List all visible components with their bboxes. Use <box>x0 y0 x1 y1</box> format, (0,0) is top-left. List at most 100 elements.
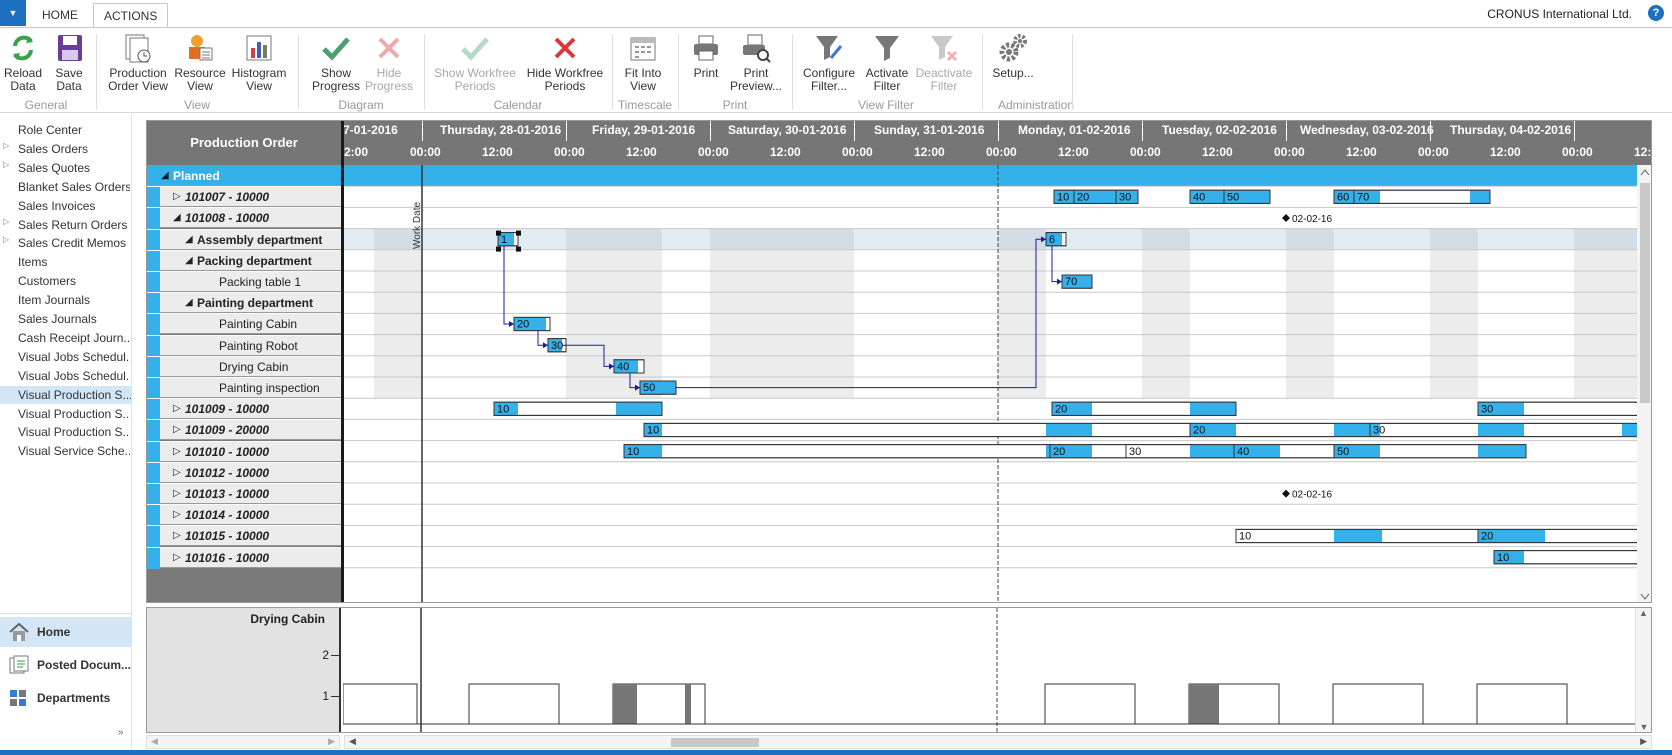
expand-triangle-icon[interactable]: ▷ <box>173 399 181 419</box>
gantt-bar[interactable]: 10 <box>493 401 663 416</box>
scrollbar-thumb[interactable] <box>671 738 759 747</box>
gantt-bar[interactable]: 10 <box>1493 550 1652 565</box>
nav-item[interactable]: Customers <box>18 272 130 290</box>
milestone[interactable]: 02-02-16 <box>1282 489 1332 501</box>
nav-item[interactable]: Visual Jobs Schedul... <box>18 367 130 385</box>
show-progress-button[interactable]: Show Progress <box>310 32 362 93</box>
gantt-bar[interactable]: 50 <box>639 380 677 395</box>
nav-item[interactable]: Sales Credit Memos <box>18 234 130 252</box>
nav-posted-documents[interactable]: Posted Docum... <box>0 650 131 680</box>
nav-item[interactable]: Sales Return Orders <box>18 216 130 234</box>
print-button[interactable]: Print <box>686 32 726 80</box>
resource-view-button[interactable]: Resource View <box>174 32 226 93</box>
gantt-bar[interactable]: 10 20 30 <box>1053 189 1139 204</box>
selection-handle[interactable] <box>516 246 521 252</box>
reload-data-button[interactable]: Reload Data <box>2 32 44 93</box>
gantt-order-row[interactable]: ◢ 101008 - 10000 <box>147 207 341 230</box>
gantt-resource-row[interactable]: Packing table 1 <box>147 271 341 293</box>
gantt-vertical-scrollbar[interactable] <box>1637 165 1652 603</box>
nav-departments[interactable]: Departments <box>0 683 131 713</box>
timeline-horizontal-scrollbar[interactable]: ◀ ▶ <box>344 735 1652 749</box>
nav-item[interactable]: Visual Service Sche... <box>18 442 130 460</box>
configure-filter-button[interactable]: Configure Filter... <box>798 32 860 93</box>
expand-triangle-icon[interactable]: ▷ <box>173 548 181 568</box>
nav-item[interactable]: Visual Production S... <box>0 385 131 404</box>
selection-handle[interactable] <box>516 230 521 236</box>
gantt-bar[interactable]: 60 70 <box>1333 189 1491 204</box>
gantt-resource-row[interactable]: Painting Cabin <box>147 313 341 336</box>
gantt-order-row[interactable]: ▷ 101015 - 10000 <box>147 525 341 548</box>
expand-triangle-icon[interactable]: ▷ <box>173 420 181 440</box>
gantt-bar[interactable]: 6 <box>1045 232 1067 247</box>
nav-item[interactable]: Sales Quotes <box>18 159 130 177</box>
gantt-order-row[interactable]: ▷ 101009 - 20000 <box>147 419 341 442</box>
gantt-bar[interactable]: 20 <box>1051 401 1237 416</box>
save-data-button[interactable]: Save Data <box>48 32 90 93</box>
nav-item[interactable]: Visual Jobs Schedul... <box>18 348 130 366</box>
gantt-order-row[interactable]: ▷ 101009 - 10000 <box>147 398 341 421</box>
expand-arrow-icon[interactable]: ▷ <box>3 235 9 244</box>
collapse-triangle-icon[interactable]: ◢ <box>185 293 193 313</box>
nav-item[interactable]: Blanket Sales Orders <box>18 178 130 196</box>
expand-triangle-icon[interactable]: ▷ <box>173 526 181 546</box>
expand-arrow-icon[interactable]: ▷ <box>3 217 9 226</box>
gantt-bar[interactable]: 20 <box>513 316 551 332</box>
gantt-bar[interactable]: 10 20 30 40 50 <box>623 444 1527 459</box>
production-order-view-button[interactable]: Production Order View <box>104 32 172 93</box>
print-preview-button[interactable]: Print Preview... <box>728 32 784 93</box>
collapse-triangle-icon[interactable]: ◢ <box>185 251 193 271</box>
tab-actions[interactable]: ACTIONS <box>93 3 169 28</box>
hide-workfree-periods-button[interactable]: Hide Workfree Periods <box>524 32 606 93</box>
gantt-order-row[interactable]: ▷ 101007 - 10000 <box>147 186 341 209</box>
nav-item[interactable]: Item Journals <box>18 291 130 309</box>
nav-item[interactable]: Sales Journals <box>18 310 130 328</box>
gantt-resource-row[interactable]: Painting inspection <box>147 377 341 399</box>
fit-into-view-button[interactable]: Fit Into View <box>618 32 668 93</box>
histogram-vertical-scrollbar[interactable]: ▲ ▼ <box>1635 608 1651 732</box>
nav-item[interactable]: Sales Invoices <box>18 197 130 215</box>
gantt-group-row[interactable]: ◢ Planned <box>147 165 341 186</box>
collapse-triangle-icon[interactable]: ◢ <box>185 230 193 250</box>
grid-horizontal-scrollbar[interactable]: ◀ ▶ <box>146 735 340 749</box>
nav-item[interactable]: Cash Receipt Journ... <box>18 329 130 347</box>
nav-item[interactable]: Visual Production S... <box>18 405 130 423</box>
hide-progress-button[interactable]: Hide Progress <box>364 32 414 93</box>
gantt-bar[interactable]: 30 <box>1477 401 1652 416</box>
expand-triangle-icon[interactable]: ▷ <box>173 484 181 504</box>
gantt-order-row[interactable]: ▷ 101013 - 10000 <box>147 483 341 505</box>
nav-item[interactable]: Role Center <box>18 121 130 139</box>
gantt-department-row[interactable]: ◢ Painting department <box>147 292 341 315</box>
expand-arrow-icon[interactable]: ▷ <box>3 141 9 150</box>
gantt-resource-row[interactable]: Drying Cabin <box>147 355 341 378</box>
nav-more-chevron-icon[interactable]: » <box>118 727 124 738</box>
expand-arrow-icon[interactable]: ▷ <box>3 160 9 169</box>
gantt-bar[interactable]: 70 <box>1061 274 1093 289</box>
collapse-triangle-icon[interactable]: ◢ <box>173 208 181 228</box>
nav-home[interactable]: Home <box>0 617 131 647</box>
help-icon[interactable]: ? <box>1648 5 1664 21</box>
histogram-view-button[interactable]: Histogram View <box>228 32 290 93</box>
gantt-order-row[interactable]: ▷ 101016 - 10000 <box>147 546 341 569</box>
gantt-department-row[interactable]: ◢ Packing department <box>147 249 341 272</box>
collapse-triangle-icon[interactable]: ◢ <box>161 166 169 186</box>
nav-item[interactable]: Sales Orders <box>18 140 130 158</box>
app-menu-button[interactable]: ▼ <box>0 0 26 26</box>
expand-triangle-icon[interactable]: ▷ <box>173 505 181 525</box>
deactivate-filter-button[interactable]: Deactivate Filter <box>912 32 976 93</box>
milestone[interactable]: 02-02-16 <box>1282 214 1332 225</box>
gantt-department-row[interactable]: ◢ Assembly department <box>147 228 341 251</box>
gantt-order-row[interactable]: ▷ 101012 - 10000 <box>147 461 341 484</box>
gantt-bar[interactable]: 40 <box>613 359 645 374</box>
nav-item[interactable]: Visual Production S... <box>18 423 130 441</box>
expand-triangle-icon[interactable]: ▷ <box>173 463 181 483</box>
setup-button[interactable]: Setup... <box>990 32 1036 80</box>
gantt-order-row[interactable]: ▷ 101010 - 10000 <box>147 440 341 463</box>
tab-home[interactable]: HOME <box>32 3 88 28</box>
gantt-bar[interactable]: 40 50 <box>1189 189 1271 204</box>
expand-triangle-icon[interactable]: ▷ <box>173 187 181 207</box>
gantt-bar[interactable]: 10 20 30 <box>643 422 1652 438</box>
activate-filter-button[interactable]: Activate Filter <box>862 32 912 93</box>
nav-item[interactable]: Items <box>18 253 130 271</box>
gantt-resource-row[interactable]: Painting Robot <box>147 334 341 357</box>
show-workfree-periods-button[interactable]: Show Workfree Periods <box>430 32 520 93</box>
